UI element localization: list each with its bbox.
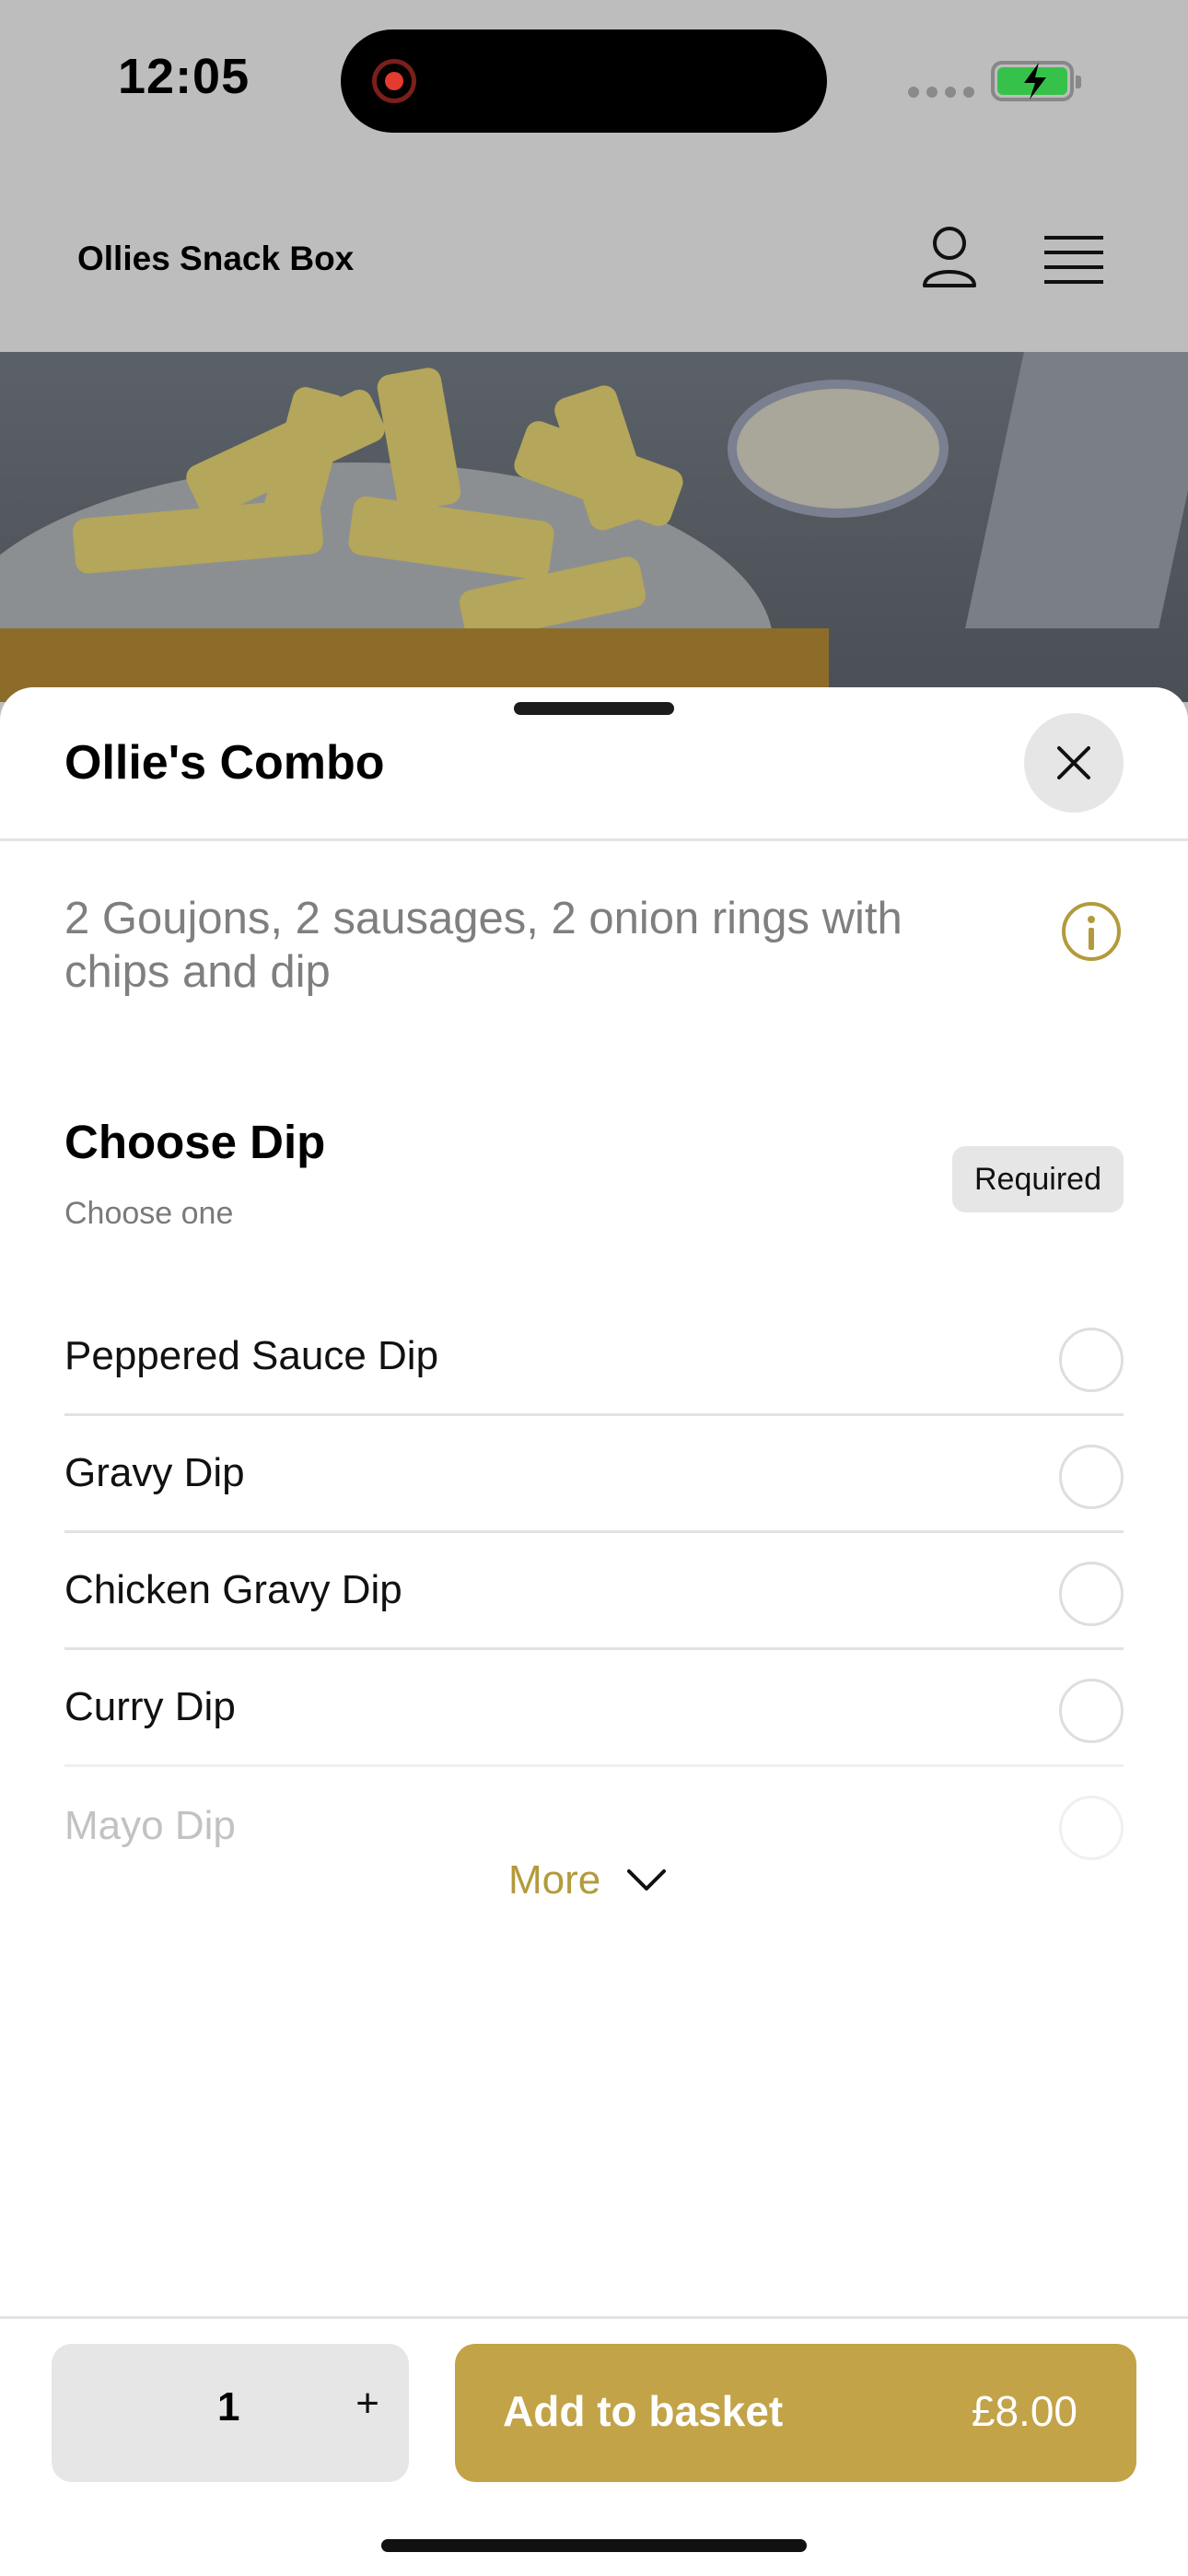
divider bbox=[0, 838, 1188, 841]
add-to-basket-button[interactable]: Add to basket £8.00 bbox=[455, 2344, 1136, 2482]
dip-options-list: Peppered Sauce Dip Gravy Dip Chicken Gra… bbox=[64, 1299, 1124, 1884]
radio-button[interactable] bbox=[1059, 1679, 1124, 1743]
status-bar: 12:05 bbox=[0, 0, 1188, 166]
quantity-value: 1 bbox=[217, 2384, 240, 2430]
product-description: 2 Goujons, 2 sausages, 2 onion rings wit… bbox=[64, 894, 903, 997]
option-curry-dip[interactable]: Curry Dip bbox=[64, 1650, 1124, 1767]
product-sheet: Ollie's Combo 2 Goujons, 2 sausages, 2 o… bbox=[0, 687, 1188, 2576]
increment-button[interactable]: + bbox=[355, 2381, 379, 2427]
brand-name[interactable]: Ollies Snack Box bbox=[77, 240, 354, 278]
option-label: Curry Dip bbox=[64, 1684, 236, 1729]
option-label: Mayo Dip bbox=[64, 1802, 236, 1848]
chevron-down-icon bbox=[627, 1869, 667, 1891]
radio-button[interactable] bbox=[1059, 1562, 1124, 1626]
recording-indicator-icon bbox=[372, 59, 416, 103]
more-label: More bbox=[508, 1857, 601, 1903]
required-badge: Required bbox=[952, 1146, 1124, 1212]
add-to-basket-label: Add to basket bbox=[503, 2387, 784, 2435]
option-gravy-dip[interactable]: Gravy Dip bbox=[64, 1416, 1124, 1533]
option-peppered-sauce-dip[interactable]: Peppered Sauce Dip bbox=[64, 1299, 1124, 1416]
option-label: Chicken Gravy Dip bbox=[64, 1567, 402, 1612]
option-label: Peppered Sauce Dip bbox=[64, 1333, 439, 1378]
section-subtitle: Choose one bbox=[64, 1196, 234, 1231]
close-button[interactable] bbox=[1024, 713, 1124, 813]
status-time: 12:05 bbox=[118, 49, 250, 104]
product-title: Ollie's Combo bbox=[64, 736, 385, 790]
radio-button[interactable] bbox=[1059, 1796, 1124, 1860]
hero-food-image bbox=[0, 352, 1188, 702]
more-button[interactable]: More bbox=[508, 1857, 667, 1903]
menu-icon[interactable] bbox=[1044, 234, 1103, 286]
battery-icon bbox=[991, 61, 1081, 101]
quantity-stepper[interactable]: 1 + bbox=[52, 2344, 409, 2482]
user-icon[interactable] bbox=[921, 225, 978, 289]
signal-icon bbox=[908, 87, 974, 98]
info-icon[interactable] bbox=[1059, 899, 1124, 964]
home-indicator[interactable] bbox=[381, 2539, 807, 2552]
footer-divider bbox=[0, 2316, 1188, 2319]
option-chicken-gravy-dip[interactable]: Chicken Gravy Dip bbox=[64, 1533, 1124, 1650]
price-label: £8.00 bbox=[971, 2387, 1077, 2435]
site-header: Ollies Snack Box bbox=[0, 166, 1188, 352]
sheet-grabber[interactable] bbox=[514, 702, 674, 715]
radio-button[interactable] bbox=[1059, 1445, 1124, 1509]
close-icon bbox=[1057, 746, 1090, 779]
dynamic-island bbox=[341, 29, 827, 133]
radio-button[interactable] bbox=[1059, 1328, 1124, 1392]
option-label: Gravy Dip bbox=[64, 1450, 245, 1495]
section-title: Choose Dip bbox=[64, 1116, 326, 1168]
